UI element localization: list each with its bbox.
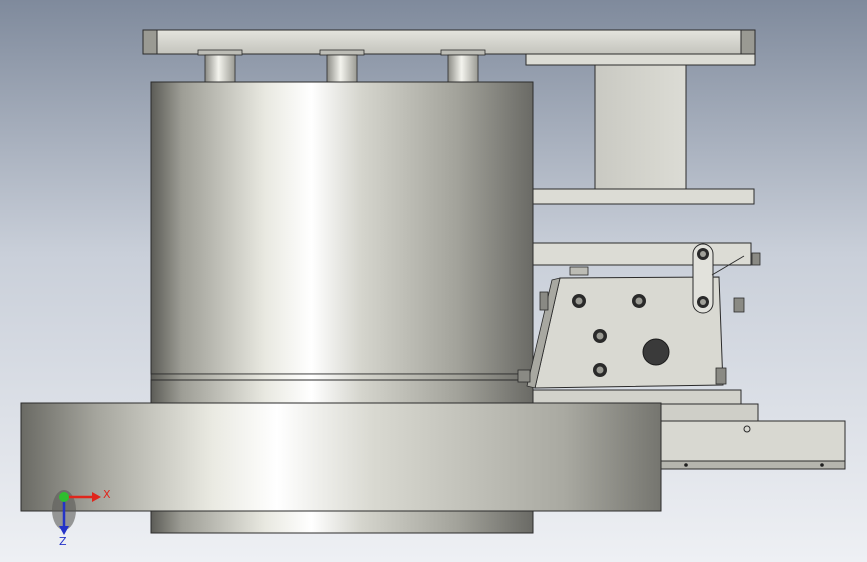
guide-post bbox=[319, 49, 365, 84]
guide-post bbox=[440, 49, 486, 84]
guide-post bbox=[197, 49, 243, 84]
cad-scene[interactable]: X Z bbox=[0, 0, 867, 562]
y-axis-dot bbox=[59, 492, 69, 502]
cad-viewport[interactable]: X Z bbox=[0, 0, 867, 562]
center-hole bbox=[642, 338, 670, 366]
z-axis-label: Z bbox=[59, 535, 67, 548]
main-cylinder[interactable] bbox=[150, 81, 534, 405]
x-axis-label: X bbox=[103, 488, 111, 501]
